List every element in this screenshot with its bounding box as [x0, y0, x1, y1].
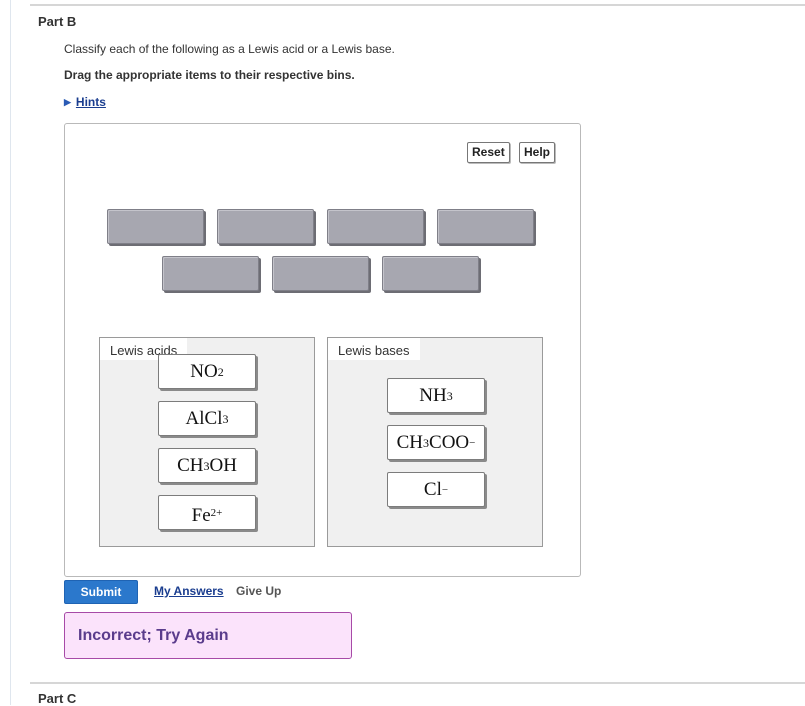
empty-slot [437, 209, 534, 244]
lewis-acids-bin[interactable]: Lewis acids NO 2 AlCl 3 CH 3 OH Fe 2+ [99, 337, 315, 547]
tile-no2[interactable]: NO 2 [158, 354, 256, 389]
help-button[interactable]: Help [519, 142, 556, 163]
part-c-title[interactable]: Part C [38, 691, 76, 706]
bottom-divider [30, 682, 805, 684]
tile-ch3oh[interactable]: CH 3 OH [158, 448, 256, 483]
tile-ch3coo-minus[interactable]: CH 3 COO − [387, 425, 485, 460]
lewis-bases-bin[interactable]: Lewis bases NH 3 CH 3 COO − Cl − [327, 337, 543, 547]
empty-slot [327, 209, 424, 244]
empty-slot [217, 209, 314, 244]
part-b-title: Part B [38, 14, 77, 29]
empty-slot [107, 209, 204, 244]
lewis-bases-label: Lewis bases [328, 338, 420, 360]
left-border [10, 0, 11, 705]
reset-button[interactable]: Reset [467, 142, 510, 163]
drag-instruction: Drag the appropriate items to their resp… [64, 68, 355, 82]
feedback-box: Incorrect; Try Again [64, 612, 352, 659]
my-answers-link[interactable]: My Answers [154, 584, 224, 598]
triangle-right-icon: ▶ [64, 97, 71, 107]
drag-drop-workspace: Reset Help Lewis acids NO 2 AlCl 3 CH 3 OH F… [64, 123, 581, 577]
empty-slot [272, 256, 369, 291]
hints-toggle[interactable]: ▶ Hints [64, 95, 106, 109]
top-divider [30, 4, 805, 6]
hints-label: Hints [75, 95, 106, 109]
tile-alcl3[interactable]: AlCl 3 [158, 401, 256, 436]
submit-button[interactable]: Submit [64, 580, 138, 604]
give-up-link[interactable]: Give Up [236, 584, 281, 598]
tile-fe2plus[interactable]: Fe 2+ [158, 495, 256, 530]
empty-slot [382, 256, 479, 291]
tile-nh3[interactable]: NH 3 [387, 378, 485, 413]
instruction-text: Classify each of the following as a Lewi… [64, 42, 395, 56]
tile-cl-minus[interactable]: Cl − [387, 472, 485, 507]
feedback-message: Incorrect; Try Again [78, 627, 229, 644]
empty-slot [162, 256, 259, 291]
